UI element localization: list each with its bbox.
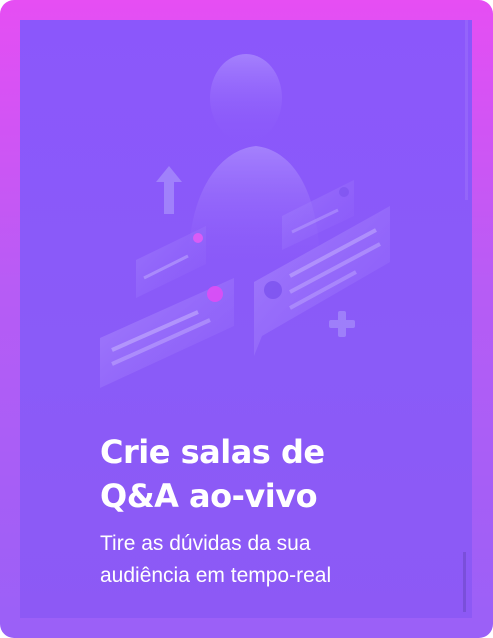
- card-title-line: Q&A ao-vivo: [100, 477, 318, 515]
- card-frame: Crie salas de Q&A ao-vivo Tire as dúvida…: [0, 0, 493, 638]
- scroll-indicator-bottom: [463, 552, 466, 612]
- plus-icon: [329, 311, 355, 337]
- promo-card: Crie salas de Q&A ao-vivo Tire as dúvida…: [20, 20, 472, 618]
- card-subtitle-line: Tire as dúvidas da sua: [100, 532, 311, 555]
- card-subtitle-line: audiência em tempo-real: [100, 564, 332, 587]
- card-subtitle: Tire as dúvidas da sua audiência em temp…: [100, 528, 440, 592]
- qa-illustration: [100, 54, 390, 388]
- chat-bubble-icon: [136, 226, 206, 298]
- card-title-line: Crie salas de: [100, 433, 325, 471]
- chat-bubble-icon: [100, 278, 234, 388]
- card-title: Crie salas de Q&A ao-vivo: [100, 430, 440, 518]
- arrow-up-icon: [156, 166, 182, 214]
